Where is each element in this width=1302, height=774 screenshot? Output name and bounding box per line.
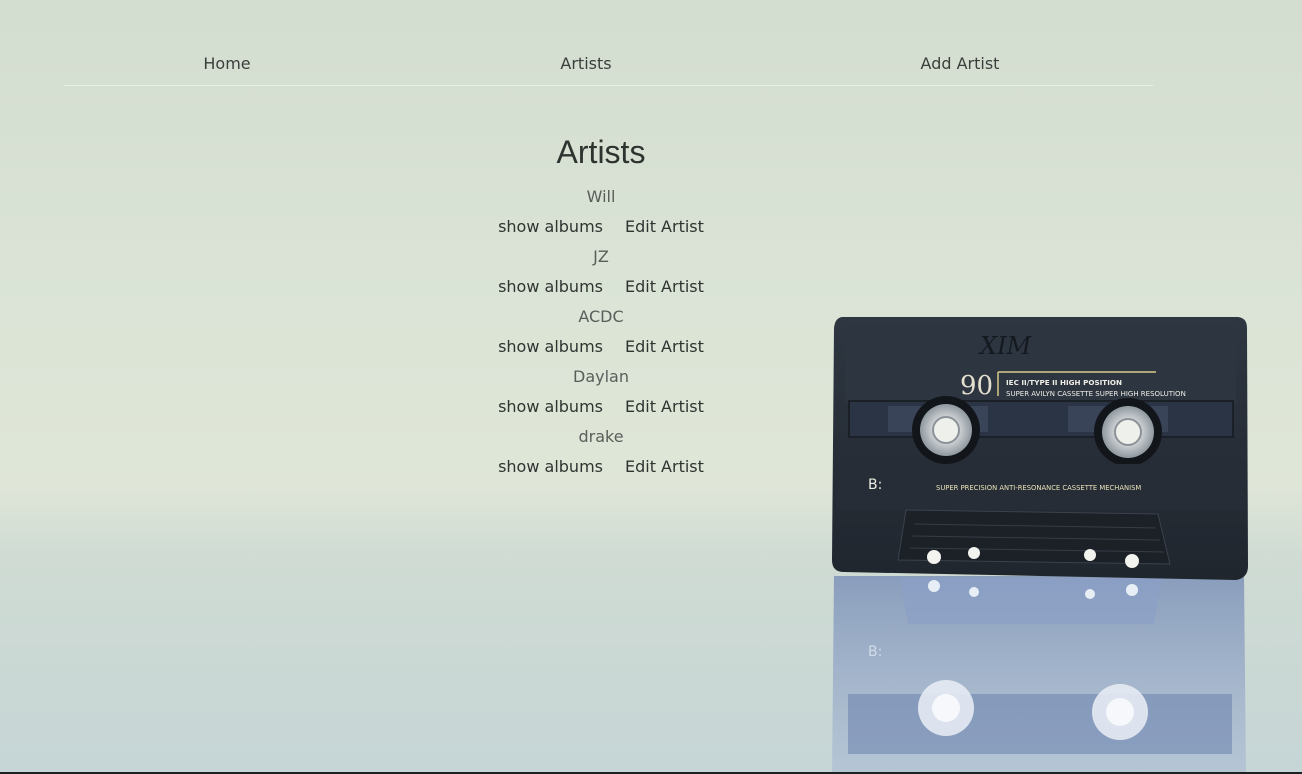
cassette-body: XIM 90 IEC II/TYPE II HIGH POSITION SUPE…	[832, 317, 1248, 580]
nav-add-artist-link[interactable]: Add Artist	[921, 54, 1000, 73]
edit-artist-link[interactable]: Edit Artist	[625, 397, 704, 416]
side-text: B:	[868, 477, 882, 493]
show-albums-link[interactable]: show albums	[498, 217, 603, 236]
artist-item: Will show albums Edit Artist	[0, 182, 1202, 242]
artist-actions: show albums Edit Artist	[0, 272, 1202, 302]
length-text: 90	[960, 371, 993, 401]
type-text: IEC II/TYPE II HIGH POSITION	[1006, 378, 1122, 387]
svg-text:B:: B:	[868, 644, 882, 660]
top-navigation: Home Artists Add Artist	[64, 0, 1153, 86]
show-albums-link[interactable]: show albums	[498, 457, 603, 476]
edit-artist-link[interactable]: Edit Artist	[625, 277, 704, 296]
show-albums-link[interactable]: show albums	[498, 277, 603, 296]
artist-name: JZ	[593, 247, 609, 266]
artist-name: Will	[586, 187, 616, 206]
show-albums-link[interactable]: show albums	[498, 337, 603, 356]
cassette-reflection: B:	[832, 576, 1246, 774]
nav-artists-link[interactable]: Artists	[560, 54, 611, 73]
handwriting-text: XIM	[978, 332, 1033, 360]
artist-actions: show albums Edit Artist	[0, 212, 1202, 242]
artist-item: JZ show albums Edit Artist	[0, 242, 1202, 302]
cassette-tape-image: B: XIM 90 IEC II/TYPE II HIGH POSITION S…	[828, 314, 1252, 774]
nav-home-link[interactable]: Home	[203, 54, 250, 73]
page-title: Artists	[556, 134, 646, 170]
mechanism-text: SUPER PRECISION ANTI-RESONANCE CASSETTE …	[936, 484, 1141, 492]
show-albums-link[interactable]: show albums	[498, 397, 603, 416]
cassette-illustration: B: XIM 90 IEC II/TYPE II HIGH POSITION S…	[832, 317, 1248, 774]
edit-artist-link[interactable]: Edit Artist	[625, 457, 704, 476]
brand-text: SUPER AVILYN CASSETTE SUPER HIGH RESOLUT…	[1006, 390, 1186, 398]
edit-artist-link[interactable]: Edit Artist	[625, 217, 704, 236]
edit-artist-link[interactable]: Edit Artist	[625, 337, 704, 356]
